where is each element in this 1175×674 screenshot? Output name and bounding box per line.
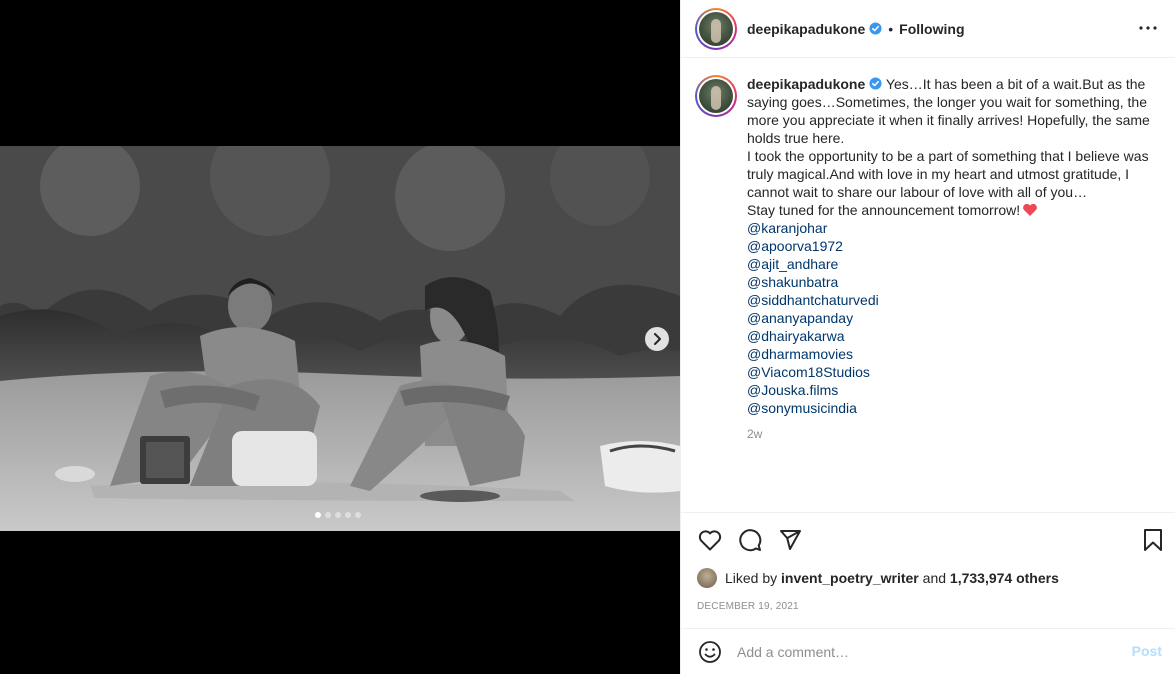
post-comment-button[interactable]: Post [1132, 643, 1162, 659]
carousel-dot [315, 512, 321, 518]
mention-link[interactable]: @siddhantchaturvedi [747, 291, 1160, 309]
chevron-right-icon [654, 333, 661, 345]
carousel-dot [355, 512, 361, 518]
profile-image [699, 11, 733, 46]
separator-dot: • [888, 20, 894, 37]
caption-text: deepikapadukone Yes…It has been a bit of… [747, 75, 1160, 443]
comment-icon [739, 528, 762, 551]
emoji-button[interactable] [697, 639, 723, 665]
mention-link[interactable]: @Viacom18Studios [747, 363, 1160, 381]
mention-link[interactable]: @karanjohar [747, 219, 1160, 237]
mentions-list: @karanjohar @apoorva1972 @ajit_andhare @sha… [747, 219, 1160, 417]
liker-username[interactable]: invent_poetry_writer [781, 570, 919, 586]
mention-link[interactable]: @sonymusicindia [747, 399, 1160, 417]
action-bar [681, 512, 1175, 566]
likes-count[interactable]: 1,733,974 others [950, 570, 1059, 586]
caption-author-avatar[interactable] [695, 75, 737, 117]
verified-badge-icon [869, 22, 882, 35]
comment-box: Post [681, 628, 1175, 674]
more-options-icon[interactable] [1138, 18, 1158, 38]
carousel-indicator [315, 512, 361, 518]
caption-paragraph-3: Stay tuned for the announcement tomorrow… [747, 202, 1021, 218]
post-time-ago[interactable]: 2w [747, 425, 1160, 443]
smiley-icon [699, 640, 721, 663]
author-username[interactable]: deepikapadukone [747, 21, 865, 37]
next-photo-button[interactable] [645, 327, 669, 351]
paper-plane-icon [780, 529, 801, 550]
post-side-panel: deepikapadukone • Following deepikapaduk… [680, 0, 1175, 674]
mention-link[interactable]: @dhairyakarwa [747, 327, 1160, 345]
mention-link[interactable]: @ajit_andhare [747, 255, 1160, 273]
carousel-dot [335, 512, 341, 518]
media-pane [0, 0, 680, 674]
heart-icon [698, 529, 722, 550]
profile-image [699, 79, 733, 113]
caption-username[interactable]: deepikapadukone [747, 76, 865, 92]
red-heart-icon [1023, 203, 1038, 216]
comment-input[interactable] [737, 643, 1117, 660]
bookmark-icon [1144, 529, 1162, 551]
mention-link[interactable]: @shakunbatra [747, 273, 1160, 291]
likes-prefix: Liked by [725, 570, 778, 586]
liker-avatar[interactable] [697, 568, 717, 588]
mention-link[interactable]: @dharmamovies [747, 345, 1160, 363]
mention-link[interactable]: @Jouska.films [747, 381, 1160, 399]
share-button[interactable] [777, 527, 803, 553]
carousel-dot [345, 512, 351, 518]
caption-section: deepikapadukone Yes…It has been a bit of… [681, 59, 1175, 511]
comment-button[interactable] [737, 527, 763, 553]
following-button[interactable]: Following [899, 21, 964, 37]
likes-connector: and [922, 570, 947, 586]
post-dialog: deepikapadukone • Following deepikapaduk… [0, 0, 1175, 674]
caption-paragraph-2: I took the opportunity to be a part of s… [747, 148, 1149, 200]
post-date[interactable]: DECEMBER 19, 2021 [697, 601, 799, 612]
mention-link[interactable]: @apoorva1972 [747, 237, 1160, 255]
mention-link[interactable]: @ananyapanday [747, 309, 1160, 327]
carousel-dot [325, 512, 331, 518]
like-button[interactable] [697, 527, 723, 553]
verified-badge-icon [869, 77, 882, 90]
author-avatar[interactable] [695, 7, 737, 50]
post-header: deepikapadukone • Following [681, 0, 1175, 58]
likes-summary: Liked by invent_poetry_writer and 1,733,… [697, 568, 1059, 588]
post-photo[interactable] [0, 146, 680, 531]
save-button[interactable] [1140, 527, 1166, 553]
